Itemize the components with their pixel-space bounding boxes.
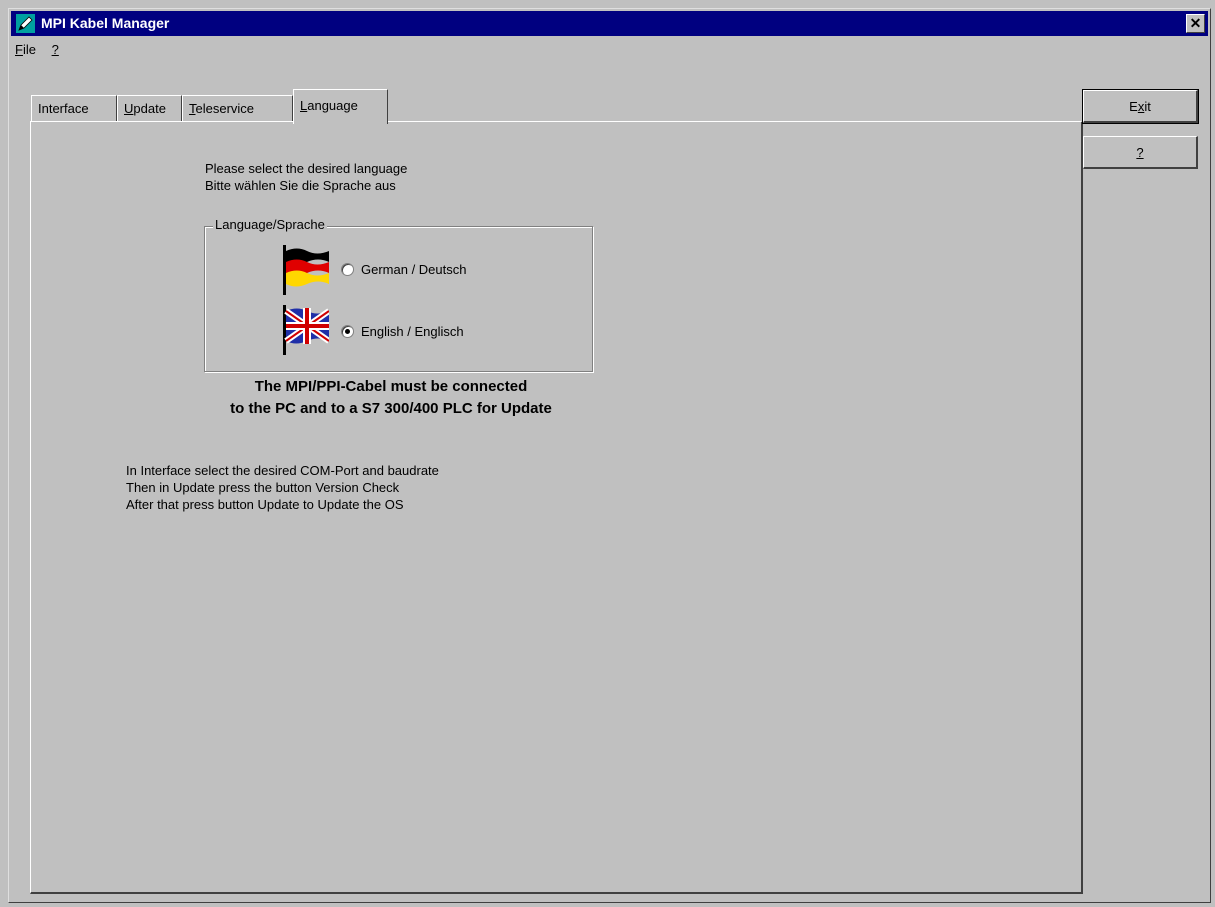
main-window: MPI Kabel Manager ✕ File ? Interface Upd… xyxy=(8,8,1211,903)
help-button[interactable]: ? xyxy=(1083,136,1198,169)
tab-update[interactable]: Update xyxy=(117,95,182,121)
menu-help[interactable]: ? xyxy=(50,39,61,60)
tab-language-label: anguage xyxy=(307,98,358,113)
instruction-line: After that press button Update to Update… xyxy=(126,497,404,512)
groupbox-label: Language/Sprache xyxy=(213,217,327,232)
menu-file-mnemonic: F xyxy=(15,42,23,57)
connection-notice: The MPI/PPI-Cabel must be connected to t… xyxy=(151,376,631,420)
tab-update-label: pdate xyxy=(133,101,166,116)
english-option-label: English / Englisch xyxy=(361,324,464,339)
menu-help-label: ? xyxy=(51,42,59,57)
german-option-label: German / Deutsch xyxy=(361,262,467,277)
prompt-english: Please select the desired language xyxy=(205,161,408,176)
exit-label-start: E xyxy=(1129,98,1138,114)
exit-label-end: it xyxy=(1144,98,1151,114)
instructions: In Interface select the desired COM-Port… xyxy=(126,462,439,513)
language-groupbox: Language/Sprache German / Deutsch Englis… xyxy=(204,217,593,372)
title-bar[interactable]: MPI Kabel Manager ✕ xyxy=(11,11,1208,36)
tab-teleservice[interactable]: Teleservice xyxy=(182,95,293,121)
prompt-german: Bitte wählen Sie die Sprache aus xyxy=(205,178,396,193)
pencil-app-icon xyxy=(16,14,35,33)
menu-file[interactable]: File xyxy=(13,39,38,60)
exit-button[interactable]: Exit xyxy=(1082,89,1199,124)
instruction-line: Then in Update press the button Version … xyxy=(126,480,400,495)
german-option[interactable]: German / Deutsch xyxy=(341,262,467,277)
help-label: ? xyxy=(1136,144,1144,160)
notice-line-1: The MPI/PPI-Cabel must be connected xyxy=(254,378,528,395)
language-prompt: Please select the desired language Bitte… xyxy=(205,160,407,194)
close-button[interactable]: ✕ xyxy=(1186,14,1205,33)
tab-interface[interactable]: Interface xyxy=(31,95,117,121)
notice-line-2: to the PC and to a S7 300/400 PLC for Up… xyxy=(230,400,552,417)
tab-update-mnemonic: U xyxy=(124,101,134,116)
tab-teleservice-label: eleservice xyxy=(195,101,255,116)
menu-bar: File ? xyxy=(13,39,69,61)
german-radio[interactable] xyxy=(341,263,354,276)
language-tab-panel: Please select the desired language Bitte… xyxy=(30,121,1083,894)
uk-flag-icon xyxy=(283,305,329,355)
english-radio[interactable] xyxy=(341,325,354,338)
window-title: MPI Kabel Manager xyxy=(41,15,170,31)
menu-file-label: ile xyxy=(22,42,36,57)
german-flag-icon xyxy=(283,245,329,295)
tab-interface-label: Interface xyxy=(38,101,89,116)
instruction-line: In Interface select the desired COM-Port… xyxy=(126,463,439,478)
english-option[interactable]: English / Englisch xyxy=(341,324,464,339)
tab-language[interactable]: Language xyxy=(293,89,388,124)
